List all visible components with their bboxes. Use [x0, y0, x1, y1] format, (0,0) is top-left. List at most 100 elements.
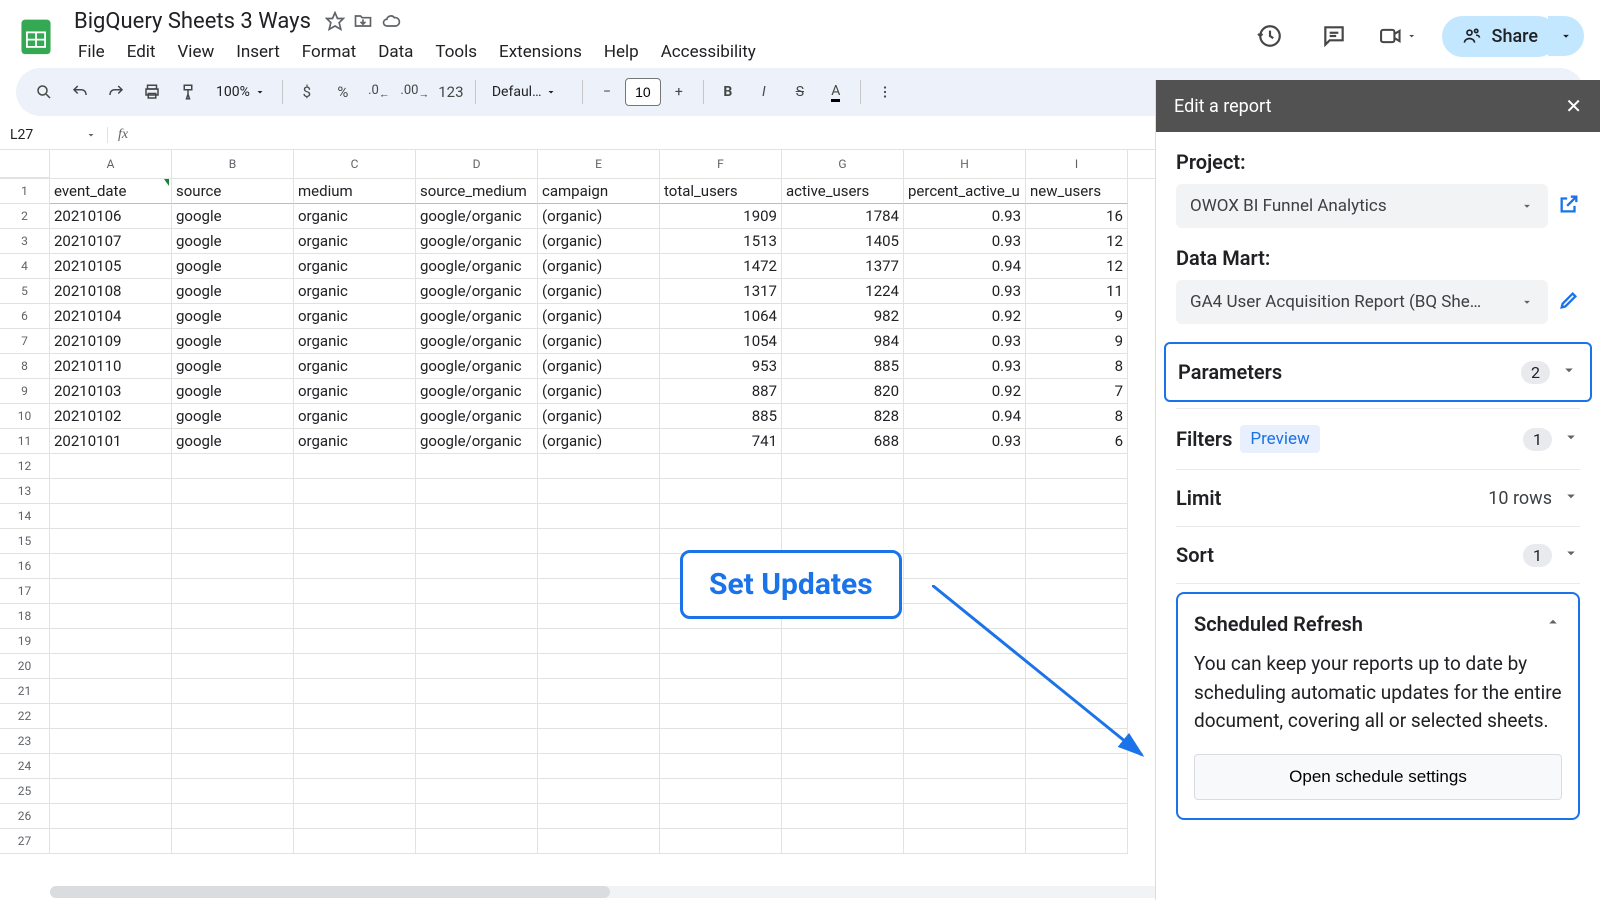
cell[interactable]: (organic): [538, 354, 660, 379]
paint-format-icon[interactable]: [172, 76, 204, 108]
number-format-button[interactable]: 123: [435, 76, 467, 108]
cell[interactable]: [416, 804, 538, 829]
filters-section[interactable]: Filters Preview 1: [1176, 408, 1580, 469]
row-header[interactable]: 22: [0, 704, 50, 729]
cell[interactable]: 1909: [660, 204, 782, 229]
share-button[interactable]: Share: [1442, 16, 1558, 57]
cell[interactable]: [50, 654, 172, 679]
column-header[interactable]: H: [904, 150, 1026, 178]
zoom-select[interactable]: 100%: [208, 84, 274, 100]
cell[interactable]: [294, 604, 416, 629]
cell[interactable]: [172, 654, 294, 679]
cell[interactable]: [660, 679, 782, 704]
cell[interactable]: 12: [1026, 254, 1128, 279]
cell[interactable]: 1054: [660, 329, 782, 354]
cell[interactable]: [294, 829, 416, 854]
cell[interactable]: [904, 804, 1026, 829]
cell[interactable]: google/organic: [416, 304, 538, 329]
cell[interactable]: [1026, 529, 1128, 554]
row-header[interactable]: 10: [0, 404, 50, 429]
cell[interactable]: [50, 479, 172, 504]
cell[interactable]: 1317: [660, 279, 782, 304]
cell[interactable]: 953: [660, 354, 782, 379]
history-icon[interactable]: [1250, 16, 1290, 56]
cell[interactable]: [782, 804, 904, 829]
limit-section[interactable]: Limit 10 rows: [1176, 469, 1580, 526]
row-header[interactable]: 21: [0, 679, 50, 704]
cell[interactable]: organic: [294, 379, 416, 404]
row-header[interactable]: 19: [0, 629, 50, 654]
project-select[interactable]: OWOX BI Funnel Analytics: [1176, 184, 1548, 228]
cell[interactable]: [172, 529, 294, 554]
cell[interactable]: google: [172, 329, 294, 354]
cell[interactable]: google: [172, 429, 294, 454]
row-header[interactable]: 5: [0, 279, 50, 304]
cell[interactable]: 11: [1026, 279, 1128, 304]
font-select[interactable]: Defaul…: [484, 84, 574, 100]
cell[interactable]: [538, 779, 660, 804]
cell[interactable]: 1377: [782, 254, 904, 279]
search-icon[interactable]: [28, 76, 60, 108]
menu-tools[interactable]: Tools: [425, 38, 487, 66]
cell[interactable]: google: [172, 204, 294, 229]
cell[interactable]: [50, 679, 172, 704]
cell[interactable]: new_users: [1026, 179, 1128, 204]
cell[interactable]: organic: [294, 304, 416, 329]
column-header[interactable]: G: [782, 150, 904, 178]
percent-format-button[interactable]: %: [327, 76, 359, 108]
menu-data[interactable]: Data: [368, 38, 423, 66]
cell[interactable]: [1026, 829, 1128, 854]
cell[interactable]: [172, 829, 294, 854]
column-header[interactable]: C: [294, 150, 416, 178]
cell[interactable]: [172, 479, 294, 504]
cell[interactable]: 0.92: [904, 304, 1026, 329]
cell[interactable]: 0.94: [904, 254, 1026, 279]
cell[interactable]: [904, 504, 1026, 529]
cell[interactable]: 20210110: [50, 354, 172, 379]
font-size-input[interactable]: [625, 78, 661, 106]
row-header[interactable]: 27: [0, 829, 50, 854]
cell[interactable]: 984: [782, 329, 904, 354]
cell[interactable]: [1026, 454, 1128, 479]
row-header[interactable]: 23: [0, 729, 50, 754]
cell[interactable]: 1472: [660, 254, 782, 279]
cell[interactable]: 9: [1026, 304, 1128, 329]
increase-decimal-icon[interactable]: .00→: [399, 76, 431, 108]
cell[interactable]: [782, 629, 904, 654]
menu-extensions[interactable]: Extensions: [489, 38, 592, 66]
cell[interactable]: google/organic: [416, 354, 538, 379]
cell[interactable]: [416, 779, 538, 804]
cell[interactable]: [416, 629, 538, 654]
cell[interactable]: [416, 579, 538, 604]
cell[interactable]: [294, 579, 416, 604]
italic-icon[interactable]: I: [748, 76, 780, 108]
move-icon[interactable]: [353, 11, 373, 31]
sheets-app-icon[interactable]: [16, 16, 56, 56]
menu-edit[interactable]: Edit: [117, 38, 166, 66]
cell[interactable]: [416, 704, 538, 729]
comment-icon[interactable]: [1314, 16, 1354, 56]
cell[interactable]: organic: [294, 279, 416, 304]
decrease-font-icon[interactable]: −: [591, 76, 623, 108]
cell[interactable]: [660, 729, 782, 754]
cell[interactable]: 7: [1026, 379, 1128, 404]
print-icon[interactable]: [136, 76, 168, 108]
cell[interactable]: [294, 804, 416, 829]
row-header[interactable]: 18: [0, 604, 50, 629]
menu-accessibility[interactable]: Accessibility: [651, 38, 766, 66]
cell[interactable]: [538, 554, 660, 579]
row-header[interactable]: 2: [0, 204, 50, 229]
cell[interactable]: (organic): [538, 229, 660, 254]
cell[interactable]: campaign: [538, 179, 660, 204]
cell[interactable]: [416, 529, 538, 554]
cell[interactable]: [172, 629, 294, 654]
star-icon[interactable]: [325, 11, 345, 31]
cell[interactable]: organic: [294, 254, 416, 279]
cell[interactable]: [294, 554, 416, 579]
increase-font-icon[interactable]: +: [663, 76, 695, 108]
cell[interactable]: [50, 604, 172, 629]
cell[interactable]: [172, 579, 294, 604]
cell[interactable]: [50, 804, 172, 829]
column-header[interactable]: E: [538, 150, 660, 178]
row-header[interactable]: 14: [0, 504, 50, 529]
